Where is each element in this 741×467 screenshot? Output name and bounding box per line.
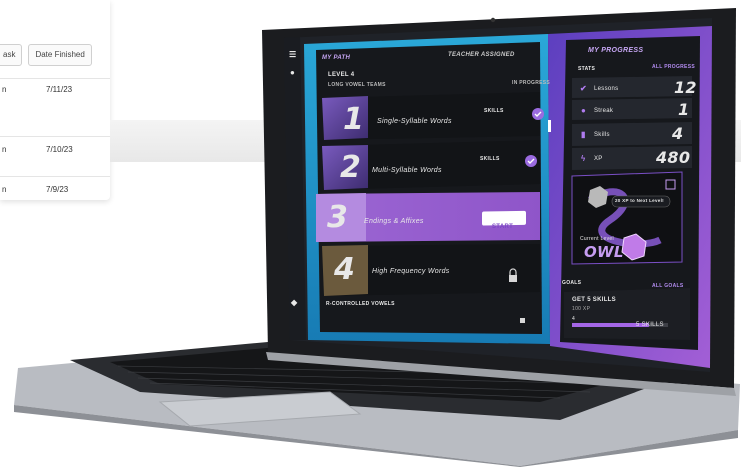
bookmark-icon: ▮: [581, 130, 586, 139]
goal-xp: 100 XP: [572, 306, 591, 312]
my-progress-title: MY PROGRESS: [588, 47, 644, 54]
stat-value: 4: [672, 124, 684, 143]
all-goals-link[interactable]: ALL GOALS: [652, 283, 684, 289]
goal-title: GET 5 SKILLS: [572, 297, 616, 303]
stat-label: Streak: [594, 108, 614, 114]
goal-target: 5 SKILLS: [636, 322, 664, 328]
stat-label: Skills: [594, 132, 610, 138]
my-path-title: MY PATH: [322, 55, 351, 61]
lesson-name[interactable]: High Frequency Words: [372, 268, 450, 275]
goals-label: GOALS: [562, 280, 582, 286]
lesson-number: 4: [334, 252, 356, 287]
goal-count: 4: [572, 316, 576, 322]
lesson-name[interactable]: Single-Syllable Words: [377, 118, 452, 125]
unit-label: LONG VOWEL TEAMS: [328, 82, 386, 88]
stat-label: Lessons: [594, 86, 619, 92]
teacher-assigned-tab[interactable]: TEACHER ASSIGNED: [448, 52, 515, 58]
all-progress-link[interactable]: ALL PROGRESS: [652, 64, 695, 70]
skills-tag: SKILLS: [480, 156, 500, 162]
bolt-icon: ϟ: [581, 154, 586, 163]
lesson-name[interactable]: Multi-Syllable Words: [372, 167, 442, 174]
profile-icon[interactable]: ●: [290, 68, 295, 77]
skills-tag: SKILLS: [484, 108, 504, 114]
stat-value: 1: [678, 100, 690, 119]
status-label: IN PROGRESS: [512, 80, 551, 86]
stat-value: 480: [656, 148, 691, 167]
flame-icon: ●: [581, 106, 587, 115]
lesson-name[interactable]: Endings & Affixes: [364, 218, 424, 225]
level-label: LEVEL 4: [328, 72, 355, 78]
next-level-badge: 20 XP to Next Level!: [615, 198, 664, 203]
stats-label: STATS: [578, 66, 596, 72]
current-level-label: Current Level: [580, 236, 614, 242]
start-button[interactable]: START: [492, 224, 513, 230]
logo-icon: ◆: [291, 298, 298, 307]
next-unit-label: R-CONTROLLED VOWELS: [326, 301, 395, 307]
lesson-number: 1: [343, 102, 365, 137]
stat-value: 12: [674, 78, 697, 97]
lesson-number: 2: [340, 150, 362, 185]
stat-label: XP: [594, 156, 603, 162]
lesson-number: 3: [327, 200, 349, 235]
check-icon: ✔: [580, 84, 588, 93]
screen: [284, 18, 712, 372]
current-level-value: OWL: [584, 243, 624, 261]
menu-icon[interactable]: ☰: [289, 50, 296, 59]
